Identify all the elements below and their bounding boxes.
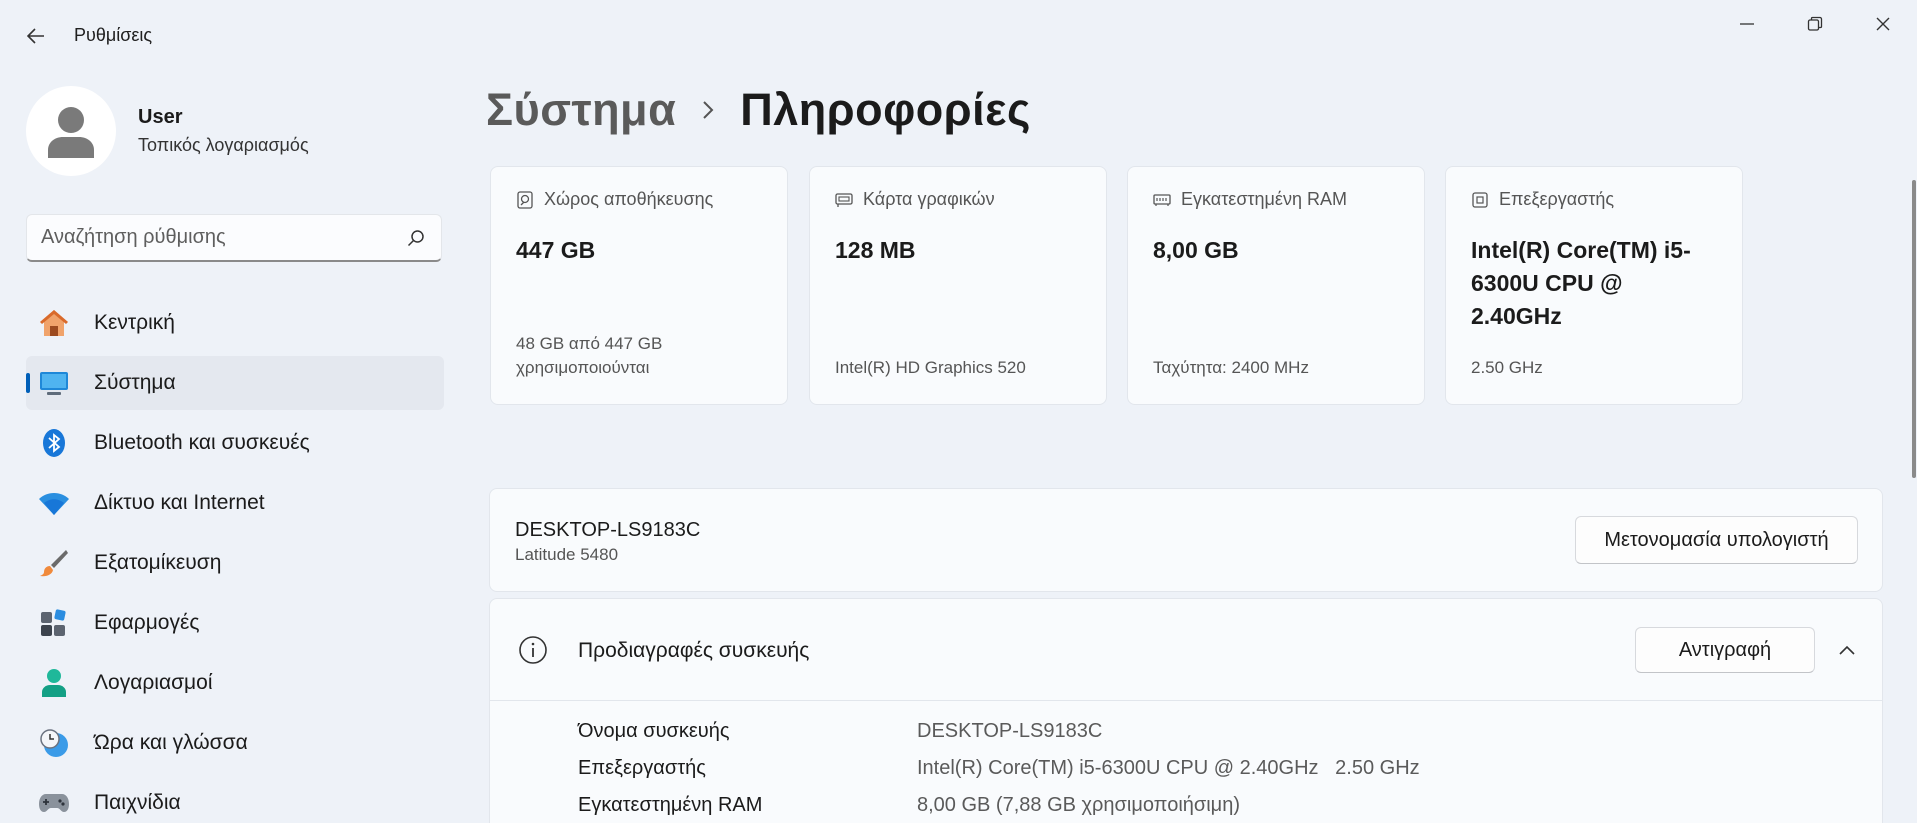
card-subtext: Intel(R) HD Graphics 520 [835, 358, 1026, 377]
settings-window: Ρυθμίσεις User Τοπικός λογαριασμός Αναζή… [0, 0, 1917, 823]
graphics-card[interactable]: Κάρτα γραφικών 128 MB Intel(R) HD Graphi… [809, 166, 1107, 405]
sidebar-item-personalization[interactable]: Εξατομίκευση [26, 536, 444, 590]
card-title: Κάρτα γραφικών [863, 189, 995, 209]
sidebar-item-network[interactable]: Δίκτυο και Internet [26, 476, 444, 530]
sidebar-item-label: Εξατομίκευση [94, 551, 222, 574]
restore-icon [1807, 16, 1823, 31]
card-value: 8,00 GB [1153, 237, 1239, 263]
specs-title: Προδιαγραφές συσκευής [578, 639, 810, 662]
card-subtext: 48 GB από 447 GB χρησιμοποιούνται [516, 334, 663, 377]
storage-icon [516, 190, 534, 209]
person-icon [38, 667, 70, 699]
processor-icon [1471, 191, 1489, 209]
sidebar-item-system[interactable]: Σύστημα [26, 356, 444, 410]
sidebar-item-label: Λογαριασμοί [94, 671, 213, 694]
home-icon [38, 307, 70, 339]
title-bar: Ρυθμίσεις [0, 0, 1917, 72]
sidebar-item-home[interactable]: Κεντρική [26, 296, 444, 350]
settings-search[interactable] [26, 214, 442, 262]
spec-label: Επεξεργαστής [578, 757, 706, 779]
close-icon [1876, 17, 1890, 31]
app-title: Ρυθμίσεις [74, 25, 153, 45]
user-profile[interactable]: User Τοπικός λογαριασμός [26, 86, 309, 176]
search-icon[interactable] [405, 227, 427, 249]
bluetooth-icon [38, 427, 70, 459]
close-button[interactable] [1860, 10, 1906, 38]
spec-row-processor: Επεξεργαστής Intel(R) Core(TM) i5-6300U … [578, 757, 1420, 780]
spec-value: Intel(R) Core(TM) i5-6300U CPU @ 2.40GHz… [917, 757, 1420, 779]
sidebar-item-label: Εφαρμογές [94, 611, 200, 634]
sidebar-nav: Κεντρική Σύστημα Bluetooth και συσκευές … [26, 296, 444, 823]
minimize-icon [1740, 23, 1754, 25]
ram-card[interactable]: Εγκατεστημένη RAM 8,00 GB Ταχύτητα: 2400… [1127, 166, 1425, 405]
spec-label: Όνομα συσκευής [578, 720, 730, 742]
processor-card[interactable]: Επεξεργαστής Intel(R) Core(TM) i5-6300U … [1445, 166, 1743, 405]
profile-name: User [138, 106, 183, 128]
device-name-panel: DESKTOP-LS9183C Latitude 5480 Μετονομασί… [489, 488, 1883, 592]
profile-account-type: Τοπικός λογαριασμός [138, 135, 309, 155]
device-name: DESKTOP-LS9183C [515, 519, 701, 541]
sidebar-item-apps[interactable]: Εφαρμογές [26, 596, 444, 650]
sidebar-item-gaming[interactable]: Παιχνίδια [26, 776, 444, 823]
gamepad-icon [38, 787, 70, 819]
card-value: 128 MB [835, 237, 916, 263]
card-subtext: Ταχύτητα: 2400 MHz [1153, 358, 1309, 377]
page-title: Πληροφορίες [740, 84, 1031, 135]
spec-label: Εγκατεστημένη RAM [578, 794, 763, 816]
card-title: Επεξεργαστής [1499, 189, 1615, 209]
search-input[interactable] [41, 226, 405, 249]
sidebar-item-label: Σύστημα [94, 371, 176, 394]
sidebar-item-accounts[interactable]: Λογαριασμοί [26, 656, 444, 710]
sidebar-item-label: Bluetooth και συσκευές [94, 431, 310, 454]
minimize-button[interactable] [1724, 10, 1770, 38]
sidebar-item-label: Ώρα και γλώσσα [94, 731, 248, 754]
scrollbar[interactable] [1912, 180, 1916, 478]
spec-row-ram: Εγκατεστημένη RAM 8,00 GB (7,88 GB χρησι… [578, 794, 1240, 817]
clock-globe-icon [38, 727, 70, 759]
card-title: Χώρος αποθήκευσης [544, 189, 714, 209]
sidebar-item-bluetooth[interactable]: Bluetooth και συσκευές [26, 416, 444, 470]
brush-icon [38, 547, 70, 579]
breadcrumb: Σύστημα Πληροφορίες [486, 84, 1031, 136]
sidebar-item-label: Δίκτυο και Internet [94, 491, 265, 514]
storage-card[interactable]: Χώρος αποθήκευσης 447 GB 48 GB από 447 G… [490, 166, 788, 405]
device-model: Latitude 5480 [515, 545, 619, 564]
specs-header[interactable]: Προδιαγραφές συσκευής Αντιγραφή [490, 599, 1882, 701]
copy-button[interactable]: Αντιγραφή [1635, 627, 1815, 673]
user-avatar-icon [48, 107, 94, 158]
apps-icon [38, 607, 70, 639]
sidebar-item-label: Παιχνίδια [94, 791, 181, 814]
card-value: 447 GB [516, 237, 596, 263]
card-value: Intel(R) Core(TM) i5-6300U CPU @ 2.40GHz [1471, 237, 1691, 329]
chevron-right-icon [702, 100, 714, 120]
spec-value: DESKTOP-LS9183C [917, 720, 1103, 742]
rename-pc-button[interactable]: Μετονομασία υπολογιστή [1575, 516, 1858, 564]
card-title: Εγκατεστημένη RAM [1181, 189, 1347, 209]
avatar [26, 86, 116, 176]
back-arrow-icon [27, 28, 44, 44]
spec-row-device-name: Όνομα συσκευής DESKTOP-LS9183C [578, 720, 1102, 743]
chevron-up-icon[interactable] [1832, 635, 1862, 665]
spec-value: 8,00 GB (7,88 GB χρησιμοποιήσιμη) [917, 794, 1240, 816]
sidebar-item-label: Κεντρική [94, 311, 175, 334]
breadcrumb-parent[interactable]: Σύστημα [486, 84, 676, 136]
graphics-card-icon [835, 191, 853, 209]
device-specifications: Προδιαγραφές συσκευής Αντιγραφή Όνομα συ… [489, 598, 1883, 823]
system-icon [38, 367, 70, 399]
maximize-button[interactable] [1792, 10, 1838, 38]
sidebar-item-time-language[interactable]: Ώρα και γλώσσα [26, 716, 444, 770]
wifi-icon [38, 487, 70, 519]
card-subtext: 2.50 GHz [1471, 358, 1543, 377]
back-button[interactable] [20, 22, 52, 50]
info-icon [517, 634, 549, 666]
ram-icon [1153, 191, 1171, 209]
